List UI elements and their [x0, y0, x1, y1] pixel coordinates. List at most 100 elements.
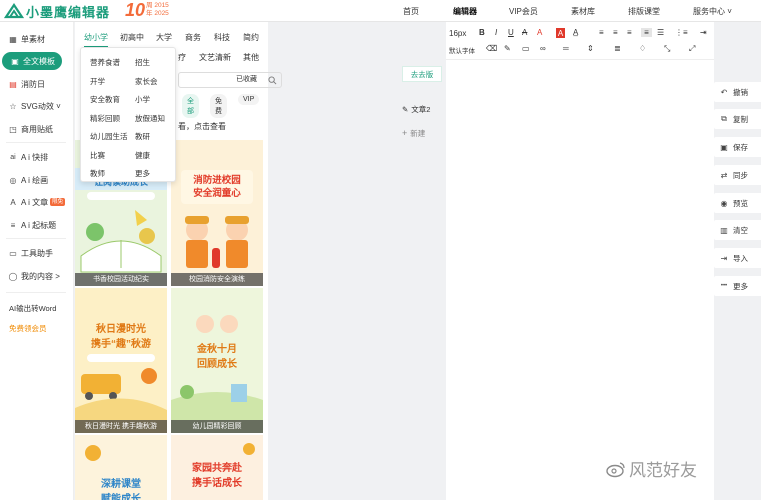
dropdown-item[interactable]: 家长会	[135, 76, 158, 87]
dropdown-item[interactable]: 比赛	[90, 150, 105, 161]
card-subtitle: 回顾成长	[197, 357, 238, 370]
nav-editor[interactable]: 编辑器	[453, 6, 477, 17]
template-card[interactable]: 深耕课堂 赋能成长	[75, 435, 167, 500]
indent-icon[interactable]: ⇥	[700, 28, 707, 37]
nav-home[interactable]: 首页	[403, 6, 419, 17]
tab-simple[interactable]: 简约	[243, 32, 259, 43]
clear-format-icon[interactable]: ⌫	[486, 44, 497, 53]
align-justify-icon[interactable]: ≡	[641, 28, 652, 37]
rail-my-content[interactable]: ◯ 我的内容 ˃	[0, 267, 74, 285]
bold-icon[interactable]: B	[479, 28, 485, 37]
rail-single-material[interactable]: ▦ 单素材	[0, 30, 74, 48]
dropdown-item[interactable]: 更多	[135, 168, 150, 179]
rail-ai-title[interactable]: ≡ A i 起标题	[0, 216, 74, 234]
card-title: 家园共奔赴	[192, 461, 243, 474]
ai-to-word-link[interactable]: AI输出转Word	[9, 303, 56, 314]
clear-button[interactable]: ▥ 清空	[714, 220, 761, 240]
align-center-icon[interactable]: ≡	[613, 28, 618, 37]
new-doc-button[interactable]: + 新建	[402, 125, 442, 141]
subtab-literary[interactable]: 文艺清新	[199, 52, 231, 63]
action-label: 同步	[733, 170, 748, 180]
font-scale-icon[interactable]: A̲	[573, 28, 578, 37]
rail-full-template[interactable]: ▣ 全文模板	[2, 52, 62, 70]
template-card[interactable]: 消防进校园 安全润童心 校园消防安全演练	[171, 140, 263, 286]
divider-icon[interactable]: ═	[563, 44, 569, 53]
strikethrough-icon[interactable]: A	[522, 28, 527, 37]
link-icon[interactable]: ∞	[540, 44, 546, 53]
dropdown-item[interactable]: 小学	[135, 94, 150, 105]
rail-ai-layout[interactable]: ai A i 快排	[0, 148, 74, 166]
preview-button[interactable]: ◉ 预览	[714, 193, 761, 213]
rail-label: 消防日	[21, 79, 45, 89]
copy-button[interactable]: ⧉ 复制	[714, 109, 761, 129]
anniversary-line2: 年 2025	[146, 10, 169, 17]
nav-vip[interactable]: VIP会员	[509, 6, 538, 17]
rail-stickers[interactable]: ◳ 商用贴纸	[0, 120, 74, 138]
chip-active[interactable]: 去去版	[402, 66, 442, 82]
tab-middle-school[interactable]: 初高中	[120, 32, 144, 43]
template-card[interactable]: 金秋十月 回顾成长 幼儿园精彩回顾	[171, 288, 263, 433]
free-vip-link[interactable]: 免费领会员	[9, 323, 47, 334]
grid-icon: ▦	[9, 34, 17, 44]
font-size-select[interactable]: 16px	[449, 29, 466, 38]
rail-tools[interactable]: ▭ 工具助手	[0, 244, 74, 262]
dropdown-item[interactable]: 营养食谱	[90, 57, 120, 68]
subtab-other[interactable]: 其他	[243, 52, 259, 63]
rail-ai-article[interactable]: A A i 文章 限免	[0, 193, 74, 211]
undo-button[interactable]: ↶ 撤销	[714, 82, 761, 102]
font-family-select[interactable]: 默认字体	[449, 45, 475, 55]
dropdown-item[interactable]: 放假通知	[135, 113, 165, 124]
more-button[interactable]: ••• 更多	[714, 276, 761, 296]
align-right-icon[interactable]: ≡	[627, 28, 632, 37]
search-input[interactable]	[178, 72, 282, 88]
filter-vip[interactable]: VIP	[238, 94, 260, 105]
highlight-icon[interactable]: A	[556, 28, 565, 38]
template-card[interactable]: 家园共奔赴 携手话成长	[171, 435, 263, 500]
save-button[interactable]: ▣ 保存	[714, 137, 761, 157]
doc-tab[interactable]: ✎ 文章2	[402, 101, 442, 117]
tab-primary-school[interactable]: 幼小学	[84, 32, 108, 48]
hint-text: 看，点击查看	[178, 122, 226, 131]
sync-button[interactable]: ⇄ 同步	[714, 165, 761, 185]
list-icon[interactable]: ⋮≡	[675, 28, 688, 37]
image-icon[interactable]: ▭	[522, 44, 530, 53]
dropdown-item[interactable]: 幼儿园生活	[90, 131, 128, 142]
filter-all[interactable]: 全部	[182, 94, 199, 118]
template-card[interactable]: 秋日漫时光 携手“趣”秋游 秋日漫时光 携手趣秋游	[75, 288, 167, 433]
dropdown-item[interactable]: 安全教育	[90, 94, 120, 105]
spacing-icon[interactable]: ⇕	[587, 44, 594, 53]
align-left-icon[interactable]: ≡	[599, 28, 604, 37]
font-color-icon[interactable]: A	[537, 28, 542, 37]
underline-icon[interactable]: U	[508, 28, 514, 37]
paragraph-icon[interactable]: ≣	[614, 44, 621, 53]
dropdown-item[interactable]: 精彩回顾	[90, 113, 120, 124]
collected-button[interactable]: 已收藏	[236, 74, 257, 84]
nav-service[interactable]: 服务中心 ˅	[693, 6, 732, 17]
tab-university[interactable]: 大学	[156, 32, 172, 43]
subtab-medical[interactable]: 疗	[178, 52, 186, 63]
rail-fire-day[interactable]: ▤ 消防日	[0, 75, 74, 93]
import-button[interactable]: ⇥ 导入	[714, 248, 761, 268]
filter-free[interactable]: 免费	[210, 94, 227, 118]
line-height-icon[interactable]: ☰	[657, 28, 664, 37]
tab-business[interactable]: 商务	[185, 32, 201, 43]
dropdown-item[interactable]: 教师	[90, 168, 105, 179]
italic-icon[interactable]: I	[495, 28, 497, 37]
rail-svg-animation[interactable]: ☆ SVG动效 ˅	[0, 97, 74, 115]
nav-materials[interactable]: 素材库	[571, 6, 595, 17]
rail-ai-paint[interactable]: ◎ A i 绘画	[0, 171, 74, 189]
tab-tech[interactable]: 科技	[214, 32, 230, 43]
dropdown-item[interactable]: 健康	[135, 150, 150, 161]
letter-spacing-icon[interactable]: ⤡	[664, 44, 670, 54]
format-painter-icon[interactable]: ✎	[504, 44, 511, 53]
dropdown-item[interactable]: 开学	[90, 76, 105, 87]
lightbulb-icon[interactable]: ♢	[639, 44, 646, 53]
dropdown-item[interactable]: 教研	[135, 131, 150, 142]
logo[interactable]: 小墨鹰编辑器	[4, 2, 110, 20]
dropdown-item[interactable]: 招生	[135, 57, 150, 68]
more-format-icon[interactable]: ⤢	[689, 44, 695, 54]
left-rail: ▦ 单素材 ▣ 全文模板 ▤ 消防日 ☆ SVG动效 ˅ ◳ 商用贴纸 ai A i 快排 …	[0, 22, 74, 500]
editor-canvas[interactable]	[446, 60, 714, 500]
plus-icon: +	[402, 128, 408, 138]
nav-course[interactable]: 排版课堂	[628, 6, 660, 17]
